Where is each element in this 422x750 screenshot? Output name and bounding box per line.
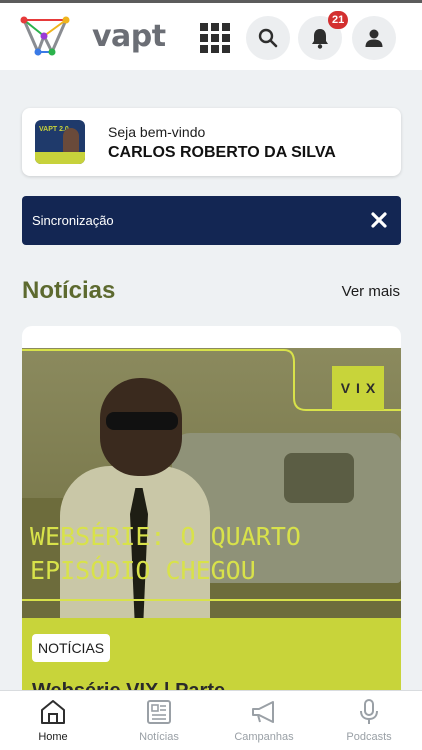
- close-icon[interactable]: [369, 210, 389, 230]
- nav-item-campanhas[interactable]: Campanhas: [219, 691, 309, 750]
- search-button[interactable]: [246, 16, 290, 60]
- search-icon: [258, 28, 278, 48]
- bottom-navigation: Home Notícias Campanhas Podcasts: [0, 690, 422, 750]
- newspaper-icon: [147, 700, 171, 724]
- app-header: vapt 21: [0, 3, 422, 70]
- news-card[interactable]: VIX WEBSÉRIE: O QUARTO EPISÓDIO CHEGOU N…: [22, 326, 401, 696]
- news-card-image[interactable]: VIX WEBSÉRIE: O QUARTO EPISÓDIO CHEGOU: [22, 348, 401, 618]
- thumbnail-person: [63, 128, 79, 154]
- welcome-greeting: Seja bem-vindo: [108, 124, 206, 140]
- user-icon: [365, 29, 383, 47]
- see-more-link[interactable]: Ver mais: [342, 283, 400, 300]
- bell-icon: [312, 29, 328, 49]
- microphone-icon: [360, 699, 378, 724]
- apps-grid-button[interactable]: [200, 23, 232, 53]
- nav-label-podcasts: Podcasts: [346, 731, 392, 743]
- megaphone-icon: [252, 701, 274, 723]
- vix-brand-badge: VIX: [332, 366, 384, 410]
- home-icon: [41, 700, 65, 724]
- sync-label: Sincronização: [32, 213, 114, 228]
- nav-label-noticias: Notícias: [139, 731, 179, 743]
- image-headline-text: WEBSÉRIE: O QUARTO EPISÓDIO CHEGOU: [30, 522, 301, 585]
- welcome-card: VAPT 2.0 Seja bem-vindo CARLOS ROBERTO D…: [22, 108, 401, 176]
- news-section-title: Notícias: [22, 277, 116, 304]
- notification-count-badge: 21: [328, 11, 349, 29]
- nav-item-home[interactable]: Home: [8, 691, 98, 750]
- nav-label-campanhas: Campanhas: [234, 731, 294, 743]
- thumbnail-stripe: [35, 152, 85, 164]
- profile-button[interactable]: [352, 16, 396, 60]
- user-name: CARLOS ROBERTO DA SILVA: [108, 144, 336, 161]
- nav-item-podcasts[interactable]: Podcasts: [324, 691, 414, 750]
- sync-banner: Sincronização: [22, 196, 401, 245]
- news-category-tag: NOTÍCIAS: [32, 634, 111, 662]
- nav-label-home: Home: [38, 731, 68, 743]
- app-logo[interactable]: vapt: [20, 14, 166, 58]
- news-card-footer: NOTÍCIAS Websérie VIX | Parte: [22, 618, 401, 696]
- grid-icon: [200, 23, 208, 31]
- nav-item-noticias[interactable]: Notícias: [114, 691, 204, 750]
- logo-text: vapt: [92, 19, 166, 54]
- vapt-logo-icon: [20, 16, 70, 56]
- campaign-thumbnail[interactable]: VAPT 2.0: [35, 120, 85, 164]
